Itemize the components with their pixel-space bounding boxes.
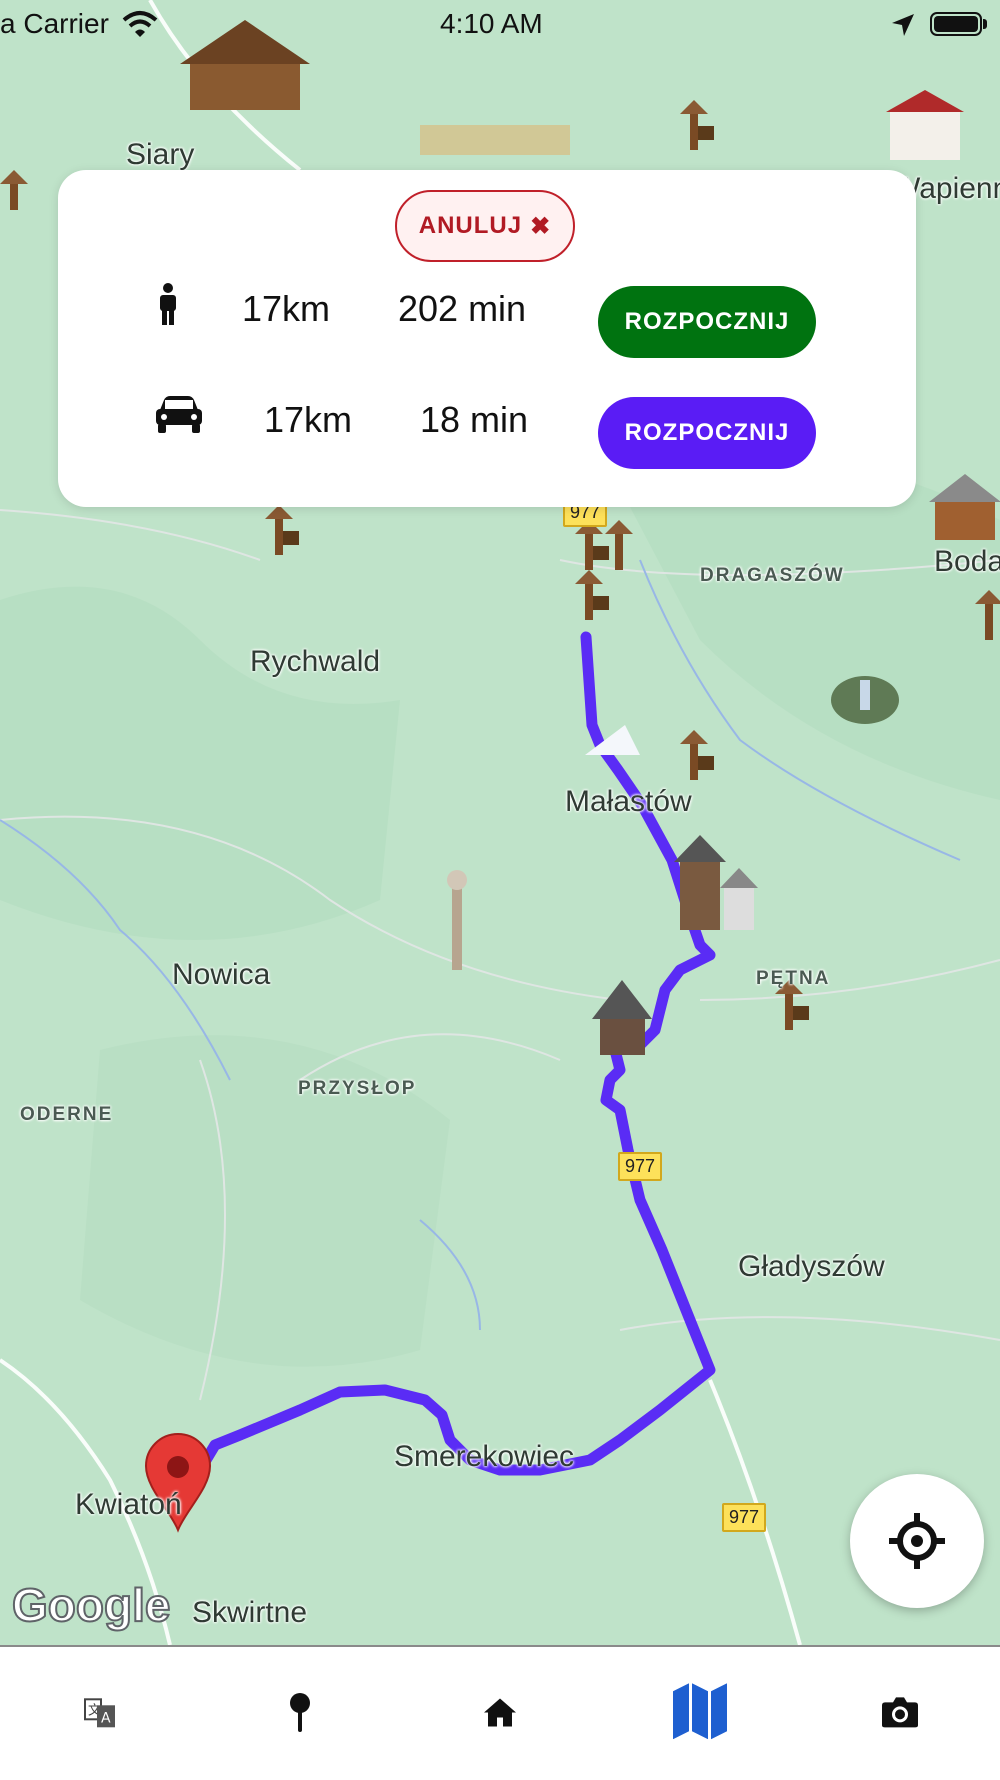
hamlet-label: PĘTNA [756,968,831,989]
battery-icon [930,12,982,36]
start-walk-button[interactable]: ROZPOCZNIJ [598,286,816,358]
crosshair-icon [889,1513,945,1569]
cancel-button[interactable]: ANULUJ ✖ [395,190,575,262]
car-distance: 17km [264,399,353,440]
recenter-button[interactable] [850,1474,984,1608]
walk-duration: 202 min [398,288,527,329]
town-label: Małastów [565,785,692,818]
carrier-label: a Carrier [0,8,109,39]
tab-camera[interactable] [800,1647,1000,1780]
car-duration: 18 min [420,399,529,440]
tab-pins[interactable] [200,1647,400,1780]
tab-map[interactable] [600,1647,800,1780]
town-label: Nowica [172,958,271,991]
map-icon [673,1682,727,1739]
wifi-icon [122,11,158,37]
home-icon [484,1698,516,1726]
road-shield: 977 [618,1152,663,1181]
hamlet-label: ODERNE [20,1104,114,1125]
town-label: Boda [934,545,1000,578]
route-options-card: ANULUJ ✖ 17km 202 min ROZPOCZNIJ 17km 18… [58,170,916,507]
hamlet-label: PRZYSŁOP [298,1078,417,1099]
battery-tip [983,19,987,29]
camera-icon [882,1696,918,1727]
walk-distance: 17km [242,288,331,329]
car-icon [156,396,202,433]
start-car-button[interactable]: ROZPOCZNIJ [598,397,816,469]
town-label: Kwiatoń [75,1488,182,1521]
tab-translate[interactable]: 文 A [0,1647,200,1780]
location-arrow-icon [892,14,914,36]
translate-icon: 文 A [84,1697,115,1727]
hamlet-label: DRAGASZÓW [700,565,845,586]
clock: 4:10 AM [440,8,543,39]
town-label: Smerekowiec [394,1440,575,1473]
road-shield: 977 [722,1503,767,1532]
tab-home[interactable] [400,1647,600,1780]
tab-bar: 文 A [0,1645,1000,1780]
close-icon: ✖ [530,212,552,240]
svg-text:A: A [101,1710,111,1726]
map-pin-icon [290,1692,310,1732]
town-label: Rychwald [250,645,381,678]
town-label: Skwirtne [192,1596,308,1629]
google-attribution: Google [11,1578,171,1632]
town-label: Siary [126,138,195,171]
status-bar: a Carrier 4:10 AM [0,0,1000,52]
cancel-label: ANULUJ [418,212,523,239]
person-walking-icon [160,283,176,325]
town-label: Gładyszów [738,1250,885,1283]
